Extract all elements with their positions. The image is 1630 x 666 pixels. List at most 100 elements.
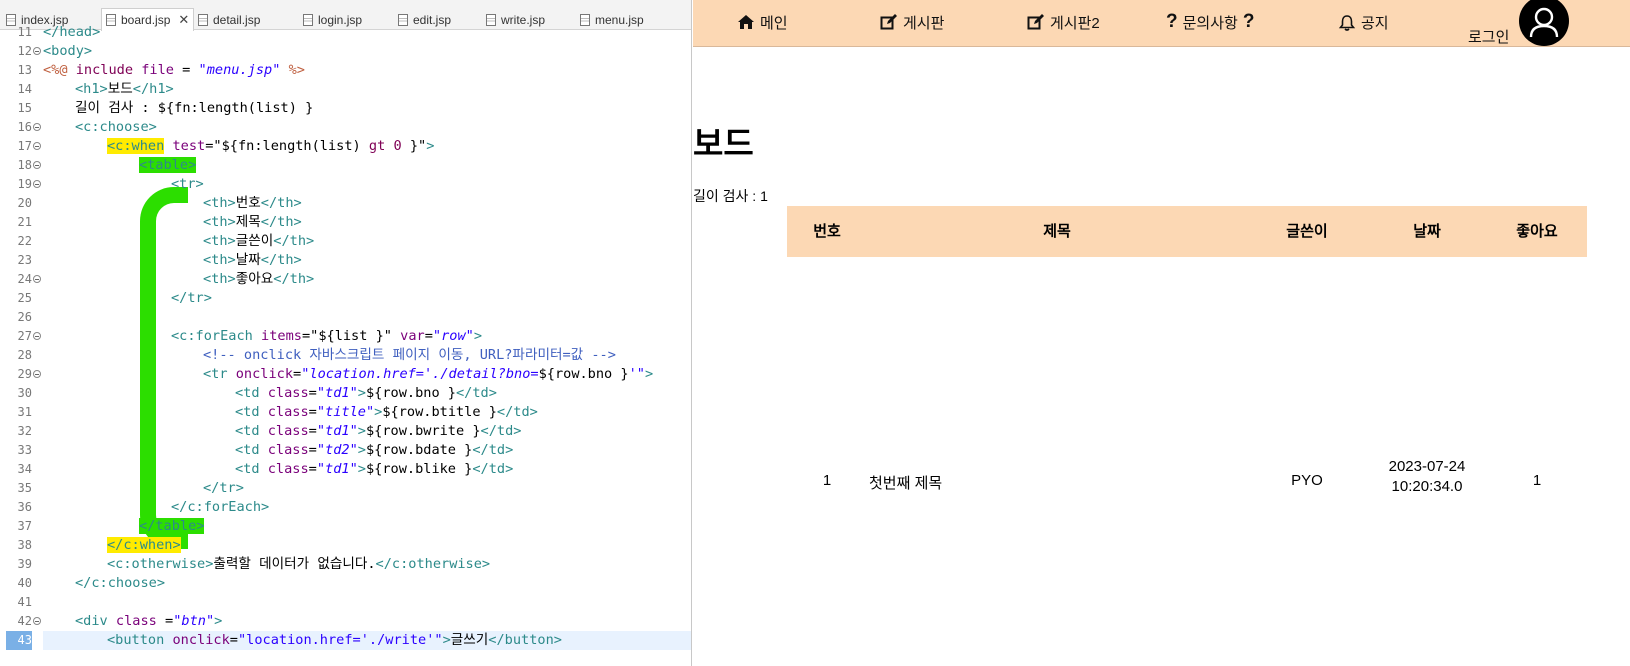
fold-toggle-icon[interactable] <box>33 47 41 55</box>
code-line: <div class ="btn"> <box>75 613 223 629</box>
code-line: <c:otherwise>출력할 데이터가 없습니다.</c:otherwise… <box>107 556 491 572</box>
code-line: </c:when> <box>107 537 181 553</box>
line-number: 43 <box>6 631 32 650</box>
code-line: <th>좋아요</th> <box>203 271 315 287</box>
tab-write-jsp[interactable]: write.jsp <box>486 9 545 31</box>
line-number: 19 <box>17 177 32 191</box>
code-line: <c:forEach items="${list }" var="row"> <box>171 328 483 344</box>
nav-board2[interactable]: 게시판2 <box>1027 10 1100 34</box>
code-line: <th>제목</th> <box>203 214 302 230</box>
tab-edit-jsp[interactable]: edit.jsp <box>398 9 451 31</box>
line-number: 35 <box>17 481 32 495</box>
fold-toggle-icon[interactable] <box>33 332 41 340</box>
tab-board-jsp[interactable]: board.jsp ✕ <box>101 8 195 31</box>
line-number: 38 <box>17 538 32 552</box>
tab-detail-jsp[interactable]: detail.jsp <box>198 9 260 31</box>
file-icon <box>486 14 496 26</box>
code-editor[interactable]: index.jsp board.jsp ✕ detail.jsp login.js… <box>0 0 692 666</box>
line-number: 17 <box>17 139 32 153</box>
cell-writer: PYO <box>1291 472 1323 489</box>
column-header-like: 좋아요 <box>1516 223 1558 240</box>
line-number: 22 <box>17 234 32 248</box>
code-line: </c:choose> <box>75 575 166 591</box>
line-number: 20 <box>17 196 32 210</box>
fold-toggle-icon[interactable] <box>33 275 41 283</box>
line-number: 25 <box>17 291 32 305</box>
line-number: 37 <box>17 519 32 533</box>
line-number: 34 <box>17 462 32 476</box>
login-link[interactable]: 로그인 <box>1468 26 1509 47</box>
fold-toggle-icon[interactable] <box>33 617 41 625</box>
tab-login-jsp[interactable]: login.jsp <box>303 9 362 31</box>
column-header-date: 날짜 <box>1413 223 1441 240</box>
fold-toggle-icon[interactable] <box>33 161 41 169</box>
code-line: <th>번호</th> <box>203 195 302 211</box>
line-number: 36 <box>17 500 32 514</box>
code-line: <td class="td1">${row.blike }</td> <box>235 461 514 477</box>
line-number: 32 <box>17 424 32 438</box>
code-line-current[interactable]: <button onclick="location.href='./write'… <box>43 631 691 650</box>
line-number: 21 <box>17 215 32 229</box>
code-line: <c:when test="${fn:length(list) gt 0 }"> <box>107 138 435 154</box>
browser-viewport: 메인 게시판 게시판2 ? 문의사항 ? 공지 로그인 보드 길이 검사 : 1… <box>693 0 1630 666</box>
fold-toggle-icon[interactable] <box>33 370 41 378</box>
code-line: <table> <box>139 157 197 173</box>
bell-icon <box>1338 14 1356 31</box>
code-line: </table> <box>139 518 205 534</box>
code-line: <tr> <box>171 176 204 192</box>
code-line: <td class="td1">${row.bwrite }</td> <box>235 423 522 439</box>
fold-toggle-icon[interactable] <box>33 180 41 188</box>
edit-icon <box>1027 14 1044 30</box>
code-line: <%@ include file = "menu.jsp" %> <box>43 62 305 78</box>
line-number: 28 <box>17 348 32 362</box>
line-number: 29 <box>17 367 32 381</box>
code-line: <td class="td2">${row.bdate }</td> <box>235 442 514 458</box>
column-header-no: 번호 <box>813 223 841 240</box>
code-area[interactable]: </head> <body> <%@ include file = "menu.… <box>43 24 691 666</box>
cell-date: 2023-07-24 10:20:34.0 <box>1388 458 1466 495</box>
line-number: 13 <box>17 63 32 77</box>
tab-menu-jsp[interactable]: menu.jsp <box>580 9 644 31</box>
page-title: 보드 <box>693 125 754 162</box>
line-number: 30 <box>17 386 32 400</box>
line-number: 11 <box>17 25 32 39</box>
nav-qna[interactable]: ? 문의사항 ? <box>1166 10 1254 34</box>
table-row[interactable]: 1 첫번째 제목 PYO 2023-07-24 10:20:34.0 1 <box>787 458 1587 508</box>
code-line: </tr> <box>171 290 212 306</box>
nav-main[interactable]: 메인 <box>737 10 788 34</box>
line-number: 42 <box>17 614 32 628</box>
cell-no: 1 <box>822 472 832 489</box>
line-number: 26 <box>17 310 32 324</box>
column-header-title: 제목 <box>1043 223 1071 240</box>
code-line: <td class="td1">${row.bno }</td> <box>235 385 497 401</box>
editor-tab-bar: index.jsp board.jsp ✕ detail.jsp login.js… <box>0 0 691 31</box>
line-number: 16 <box>17 120 32 134</box>
file-icon <box>303 14 313 26</box>
line-number: 18 <box>17 158 32 172</box>
file-icon <box>198 14 208 26</box>
user-avatar-icon[interactable] <box>1519 0 1569 46</box>
close-icon[interactable]: ✕ <box>178 12 189 28</box>
fold-toggle-icon[interactable] <box>33 123 41 131</box>
file-icon <box>398 14 408 26</box>
code-line: <tr onclick="location.href='./detail?bno… <box>203 366 654 382</box>
green-annotation-bracket <box>140 187 188 549</box>
code-line: 길이 검사 : ${fn:length(list) } <box>75 100 314 116</box>
table-header-row: 번호 제목 글쓴이 날짜 좋아요 <box>787 206 1587 257</box>
code-line: </c:forEach> <box>171 499 270 515</box>
fold-toggle-icon[interactable] <box>33 142 41 150</box>
cell-title: 첫번째 제목 <box>869 475 943 492</box>
line-number-gutter: 11 12 13 14 15 16 17 18 19 20 21 22 23 24 25 26 27 28 29 30… <box>0 25 42 666</box>
nav-board[interactable]: 게시판 <box>880 10 944 34</box>
line-number: 40 <box>17 576 32 590</box>
code-line: </head> <box>43 24 101 40</box>
column-header-writer: 글쓴이 <box>1286 223 1328 240</box>
length-check-text: 길이 검사 : 1 <box>693 188 768 204</box>
nav-notice[interactable]: 공지 <box>1338 10 1389 34</box>
code-line: <th>글쓴이</th> <box>203 233 315 249</box>
cell-like: 1 <box>1532 472 1542 489</box>
line-number: 33 <box>17 443 32 457</box>
line-number: 41 <box>17 595 32 609</box>
top-navbar: 메인 게시판 게시판2 ? 문의사항 ? 공지 로그인 <box>693 0 1630 47</box>
code-line: <!-- onclick 자바스크립트 페이지 이동, URL?파라미터=값 -… <box>203 347 616 363</box>
